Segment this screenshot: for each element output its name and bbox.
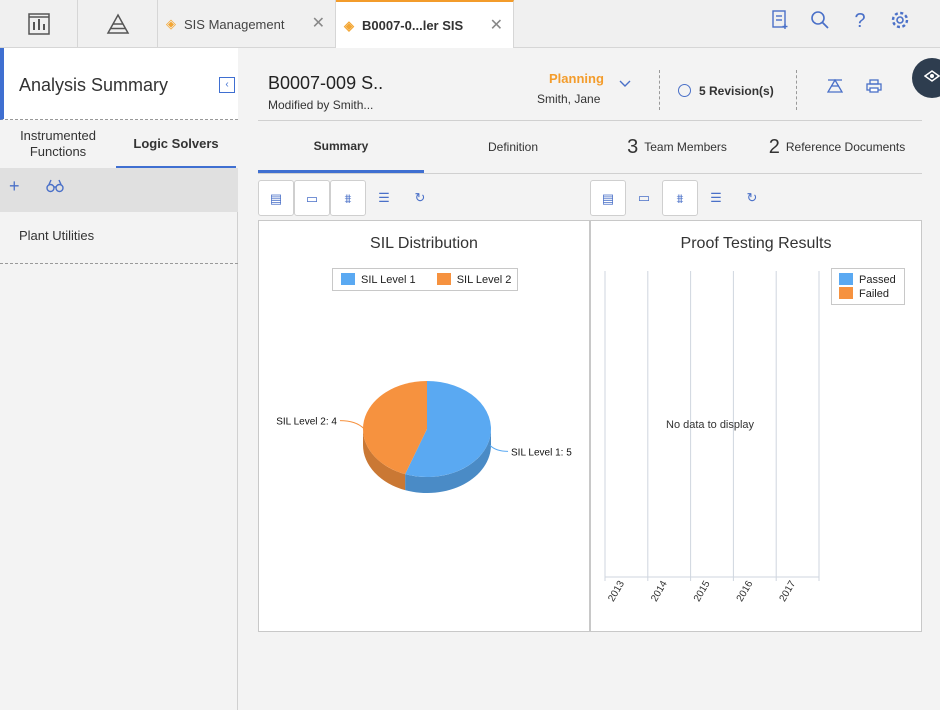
left-toolbar: + [0, 168, 238, 212]
binoculars-icon[interactable] [46, 178, 64, 199]
tab-definition[interactable]: Definition [424, 121, 602, 173]
list-item[interactable]: Plant Utilities [0, 212, 238, 264]
search-icon[interactable] [800, 10, 840, 35]
record-header: B0007-009 S.. Modified by Smith... Plann… [238, 48, 940, 120]
legend-label: SIL Level 2 [456, 274, 512, 286]
tab-label: Team Members [644, 140, 727, 154]
divider [659, 70, 660, 110]
legend-item: SIL Level 2 [436, 273, 512, 286]
map-icon[interactable]: ▤ [590, 180, 626, 216]
state-label[interactable]: Planning [549, 71, 604, 86]
legend-item: SIL Level 1 [341, 273, 416, 286]
compass-icon [678, 84, 691, 97]
record-title: B0007-009 S.. [268, 73, 384, 93]
x-tick-label: 2017 [778, 579, 799, 604]
no-data-message: No data to display [666, 419, 755, 431]
tab-label: Definition [487, 140, 539, 154]
tab-label: Summary [313, 138, 369, 153]
tab-summary[interactable]: Summary [258, 121, 424, 173]
chart-toolbar: ▤ ▭ ⩩ ☰ ↻ [258, 180, 438, 216]
legend-label: SIL Level 1 [361, 274, 416, 286]
left-panel: Analysis Summary ‹ Instrumented Function… [0, 48, 238, 710]
chart-toolbar: ▤ ▭ ⩩ ☰ ↻ [590, 180, 770, 216]
tab-label: SIS Management [184, 16, 285, 32]
tag-icon[interactable]: ▭ [626, 180, 662, 216]
x-tick-label: 2014 [649, 579, 670, 604]
list-icon[interactable]: ☰ [366, 180, 402, 216]
close-icon[interactable]: ✕ [312, 13, 325, 33]
tab-instrumented-functions[interactable]: Instrumented Functions [0, 120, 116, 168]
dashboard-icon[interactable] [0, 0, 78, 48]
x-tick-label: 2016 [735, 579, 756, 604]
tab-label: Reference Documents [785, 140, 906, 154]
legend-swatch [341, 273, 355, 285]
tab-sis-management[interactable]: ◈ SIS Management ✕ [158, 0, 336, 48]
proof-testing-panel: Proof Testing Results Passed Failed 2013… [590, 220, 922, 632]
tab-analysis[interactable]: ◈ B0007-0...ler SIS ✕ [336, 0, 514, 49]
chart-legend: SIL Level 1 SIL Level 2 [332, 268, 518, 291]
pie-chart: SIL Level 1: 5 SIL Level 2: 4 [276, 381, 572, 493]
bar-chart: 2013 2014 2015 2016 2017 [604, 271, 820, 604]
pie-data-label: SIL Level 1: 5 [511, 447, 572, 458]
tag-icon[interactable]: ▭ [294, 180, 330, 216]
top-right-icons: ? [760, 10, 920, 35]
map-icon[interactable]: ▤ [258, 180, 294, 216]
list-icon[interactable]: ☰ [698, 180, 734, 216]
tab-reference-documents[interactable]: 2 Reference Documents [752, 121, 922, 173]
x-tick-label: 2013 [606, 579, 627, 604]
side-panel-toggle-icon[interactable] [912, 58, 940, 98]
chart-title: SIL Distribution [370, 235, 478, 252]
chart-type-icon[interactable]: ⩩ [662, 180, 698, 216]
legend-swatch [436, 273, 451, 285]
divider [796, 70, 797, 110]
tab-count: 3 [627, 135, 639, 158]
hierarchy-icon[interactable] [826, 78, 844, 97]
x-tick-label: 2015 [692, 579, 713, 604]
refresh-icon[interactable]: ↻ [402, 180, 438, 216]
chart-type-icon[interactable]: ⩩ [330, 180, 366, 216]
pie-label-leader [489, 444, 509, 452]
diamond-icon: ◈ [344, 17, 354, 33]
collapse-icon[interactable]: ‹ [219, 77, 235, 93]
tab-label: B0007-0...ler SIS [362, 18, 464, 33]
pyramid-icon[interactable] [78, 0, 158, 48]
tab-count: 2 [768, 135, 780, 158]
pie-label-leader [339, 420, 365, 430]
state-owner: Smith, Jane [537, 92, 601, 106]
record-tabs: Summary Definition 3 Team Members 2 Refere… [258, 120, 922, 174]
sil-distribution-panel: SIL Distribution SIL Level 1 SIL Level 2… [258, 220, 590, 632]
panel-header: Analysis Summary ‹ [0, 48, 238, 120]
revisions-button[interactable]: 5 Revision(s) [678, 84, 774, 98]
tab-team-members[interactable]: 3 Team Members [602, 121, 752, 173]
diamond-icon: ◈ [166, 16, 176, 31]
pie-data-label: SIL Level 2: 4 [276, 417, 337, 428]
left-tabs: Instrumented Functions Logic Solvers [0, 120, 238, 168]
panel-title: Analysis Summary [19, 75, 169, 95]
refresh-icon[interactable]: ↻ [734, 180, 770, 216]
print-icon[interactable] [866, 79, 882, 97]
add-icon[interactable]: + [9, 176, 20, 197]
tab-logic-solvers[interactable]: Logic Solvers [116, 120, 236, 168]
chevron-down-icon[interactable] [618, 78, 632, 92]
top-bar: ◈ SIS Management ✕ ◈ B0007-0...ler SIS ✕… [0, 0, 940, 49]
close-icon[interactable]: ✕ [490, 15, 503, 35]
modified-by: Modified by Smith... [268, 98, 374, 112]
help-icon[interactable]: ? [840, 10, 880, 35]
main-content: B0007-009 S.. Modified by Smith... Plann… [238, 48, 940, 710]
gear-icon[interactable] [880, 10, 920, 35]
new-document-icon[interactable] [760, 10, 800, 35]
revisions-label: 5 Revision(s) [699, 84, 774, 98]
